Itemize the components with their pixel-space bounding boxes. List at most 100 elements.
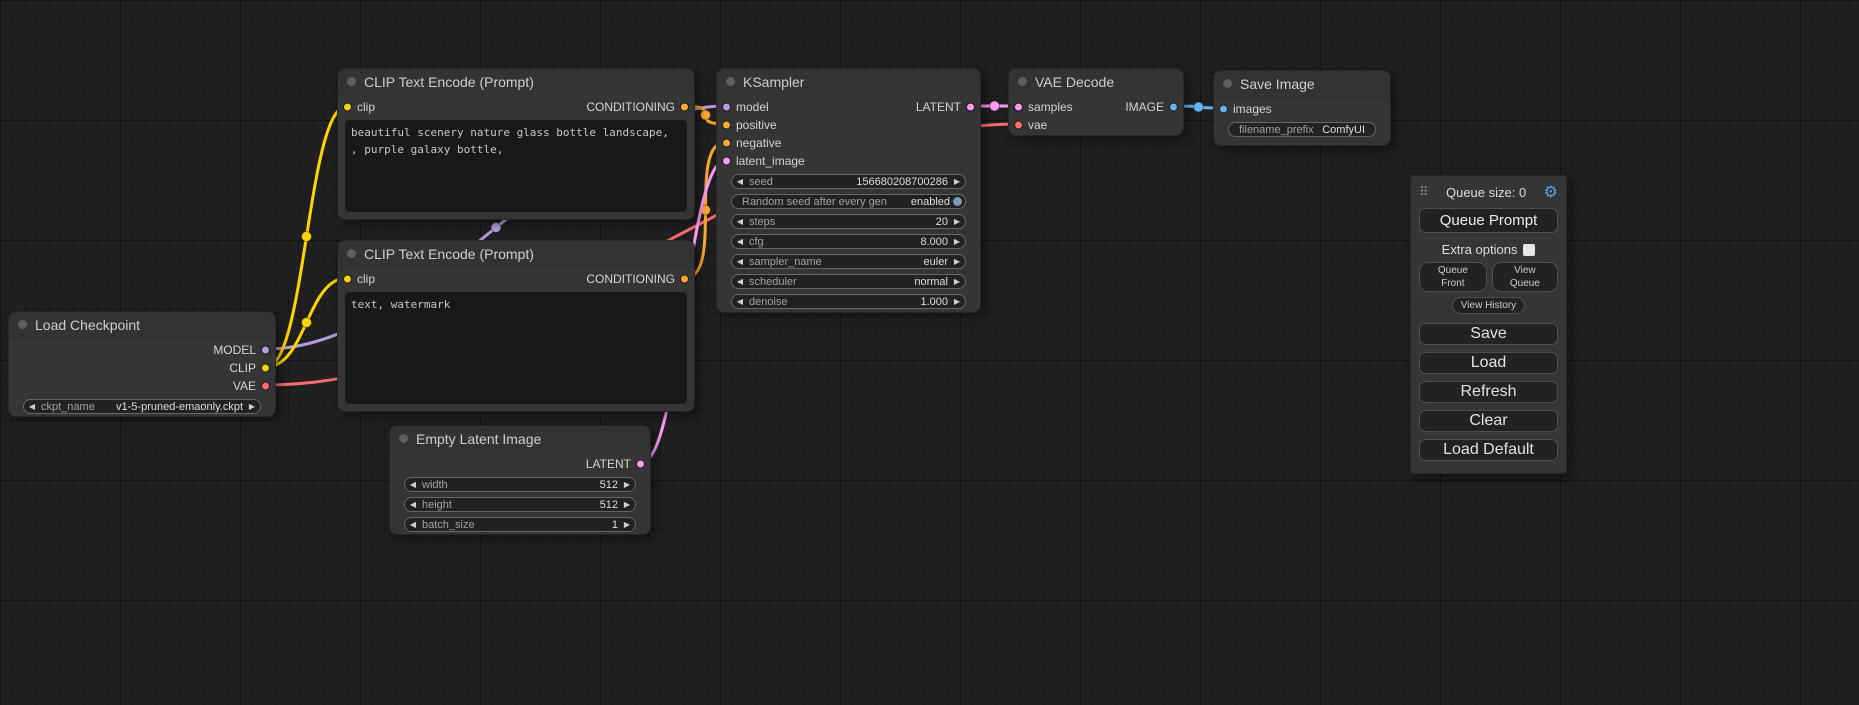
widget-height[interactable]: ◀height512▶ [404,497,636,512]
decrement-arrow-icon[interactable]: ◀ [732,216,748,228]
widget-random-seed-after-every-gen[interactable]: Random seed after every genenabled [731,194,966,209]
collapse-dot-icon[interactable] [347,77,356,86]
node-slots: clipCONDITIONING [338,95,694,116]
decrement-arrow-icon[interactable]: ◀ [405,499,421,511]
decrement-arrow-icon[interactable]: ◀ [405,479,421,491]
settings-gear-icon[interactable]: ⚙ [1544,184,1558,200]
toggle-dot-icon[interactable] [953,197,962,206]
decrement-arrow-icon[interactable]: ◀ [732,176,748,188]
node-clip_text_encode_positive[interactable]: CLIP Text Encode (Prompt) clipCONDITIONIN… [337,68,695,220]
increment-arrow-icon[interactable]: ▶ [244,401,260,413]
input-port-clip[interactable] [343,275,352,284]
view-queue-button[interactable]: View Queue [1492,262,1558,292]
save-button[interactable]: Save [1419,323,1558,345]
increment-arrow-icon[interactable]: ▶ [619,499,635,511]
extra-options-checkbox[interactable] [1523,244,1535,256]
widget-sampler-name[interactable]: ◀sampler_nameeuler▶ [731,254,966,269]
load-default-button[interactable]: Load Default [1419,439,1558,461]
node-slots: images [1214,97,1390,118]
decrement-arrow-icon[interactable]: ◀ [405,519,421,531]
node-graph-canvas[interactable]: ⠿ Queue size: 0 ⚙ Queue Prompt Extra opt… [0,0,1859,705]
collapse-dot-icon[interactable] [726,77,735,86]
link-midpoint-dot[interactable] [302,318,312,328]
output-port-CLIP[interactable] [261,364,270,373]
collapse-dot-icon[interactable] [18,320,27,329]
widget-value: ComfyUI [1322,124,1365,136]
queue-front-button[interactable]: Queue Front [1419,262,1487,292]
increment-arrow-icon[interactable]: ▶ [949,276,965,288]
prompt-textarea[interactable]: beautiful scenery nature glass bottle la… [345,120,687,212]
collapse-dot-icon[interactable] [1223,79,1232,88]
widget-steps[interactable]: ◀steps20▶ [731,214,966,229]
node-save_image[interactable]: Save Imageimages filename_prefixComfyUI [1213,70,1391,146]
decrement-arrow-icon[interactable]: ◀ [732,256,748,268]
output-port-MODEL[interactable] [261,346,270,355]
input-port-clip[interactable] [343,103,352,112]
increment-arrow-icon[interactable]: ▶ [949,296,965,308]
widget-width[interactable]: ◀width512▶ [404,477,636,492]
node-empty_latent_image[interactable]: Empty Latent ImageLATENT◀width512▶◀heigh… [389,425,651,535]
decrement-arrow-icon[interactable]: ◀ [732,236,748,248]
clear-button[interactable]: Clear [1419,410,1558,432]
input-slot-label: samples [1028,100,1073,114]
output-slot-label: CLIP [229,361,256,375]
output-port-LATENT[interactable] [636,460,645,469]
widget-value: 20 [936,216,948,228]
link-midpoint-dot[interactable] [491,223,501,233]
collapse-dot-icon[interactable] [1018,77,1027,86]
node-titlebar[interactable]: VAE Decode [1009,69,1183,95]
decrement-arrow-icon[interactable]: ◀ [732,296,748,308]
output-port-VAE[interactable] [261,382,270,391]
node-titlebar[interactable]: Load Checkpoint [9,312,275,338]
drag-handle-icon[interactable]: ⠿ [1419,186,1429,199]
output-port-LATENT[interactable] [966,103,975,112]
link-midpoint-dot[interactable] [1194,102,1204,112]
increment-arrow-icon[interactable]: ▶ [619,519,635,531]
node-titlebar[interactable]: Empty Latent Image [390,426,650,452]
widget-cfg[interactable]: ◀cfg8.000▶ [731,234,966,249]
decrement-arrow-icon[interactable]: ◀ [24,401,40,413]
node-load_checkpoint[interactable]: Load CheckpointMODELCLIPVAE◀ckpt_namev1-… [8,311,276,417]
collapse-dot-icon[interactable] [399,434,408,443]
output-slot-label: MODEL [213,343,256,357]
link-midpoint-dot[interactable] [990,101,1000,111]
output-port-CONDITIONING[interactable] [680,103,689,112]
increment-arrow-icon[interactable]: ▶ [949,256,965,268]
increment-arrow-icon[interactable]: ▶ [949,216,965,228]
link-midpoint-dot[interactable] [701,110,711,120]
slot-row: clipCONDITIONING [338,98,694,116]
node-titlebar[interactable]: CLIP Text Encode (Prompt) [338,241,694,267]
increment-arrow-icon[interactable]: ▶ [619,479,635,491]
link-midpoint-dot[interactable] [302,232,312,242]
input-port-vae[interactable] [1014,121,1023,130]
view-history-button[interactable]: View History [1452,297,1525,314]
input-port-latent_image[interactable] [722,157,731,166]
widget-ckpt-name[interactable]: ◀ckpt_namev1-5-pruned-emaonly.ckpt▶ [23,399,261,414]
decrement-arrow-icon[interactable]: ◀ [732,276,748,288]
node-titlebar[interactable]: KSampler [717,69,980,95]
increment-arrow-icon[interactable]: ▶ [949,176,965,188]
input-port-images[interactable] [1219,105,1228,114]
prompt-textarea[interactable]: text, watermark [345,292,687,404]
load-button[interactable]: Load [1419,352,1558,374]
input-port-model[interactable] [722,103,731,112]
widget-seed[interactable]: ◀seed156680208700286▶ [731,174,966,189]
node-ksampler[interactable]: KSamplermodelLATENTpositivenegativelaten… [716,68,981,313]
widget-filename-prefix[interactable]: filename_prefixComfyUI [1228,122,1376,137]
queue-prompt-button[interactable]: Queue Prompt [1419,208,1558,233]
input-port-positive[interactable] [722,121,731,130]
widget-scheduler[interactable]: ◀schedulernormal▶ [731,274,966,289]
increment-arrow-icon[interactable]: ▶ [949,236,965,248]
node-clip_text_encode_negative[interactable]: CLIP Text Encode (Prompt)clipCONDITIONIN… [337,240,695,412]
widget-denoise[interactable]: ◀denoise1.000▶ [731,294,966,309]
output-port-CONDITIONING[interactable] [680,275,689,284]
collapse-dot-icon[interactable] [347,249,356,258]
node-titlebar[interactable]: CLIP Text Encode (Prompt) [338,69,694,95]
widget-batch-size[interactable]: ◀batch_size1▶ [404,517,636,532]
node-titlebar[interactable]: Save Image [1214,71,1390,97]
input-port-negative[interactable] [722,139,731,148]
refresh-button[interactable]: Refresh [1419,381,1558,403]
input-port-samples[interactable] [1014,103,1023,112]
output-port-IMAGE[interactable] [1169,103,1178,112]
node-vae_decode[interactable]: VAE DecodesamplesIMAGEvae [1008,68,1184,136]
